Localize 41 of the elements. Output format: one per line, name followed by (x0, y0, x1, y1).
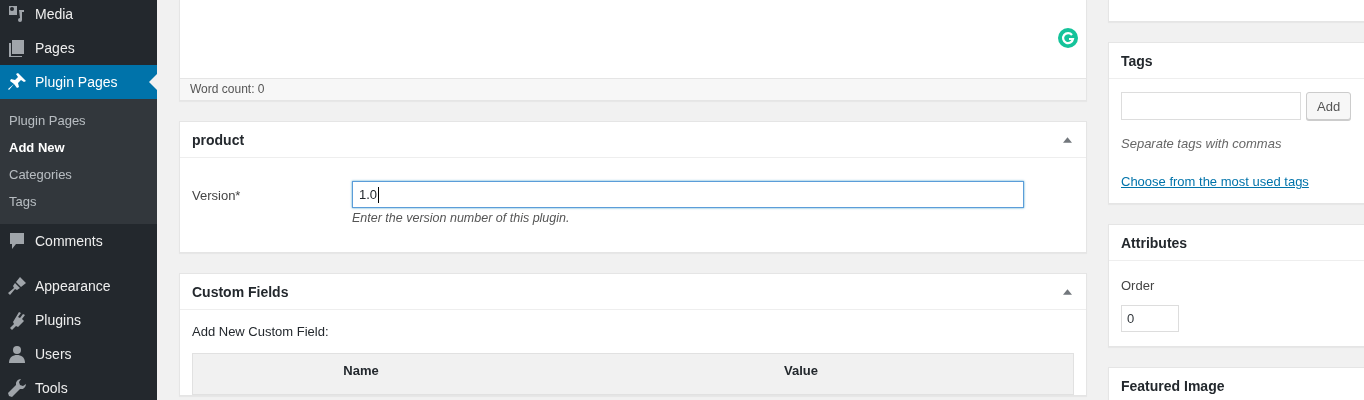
collapse-toggle-icon[interactable] (1063, 288, 1072, 295)
current-indicator-icon (149, 74, 157, 90)
submenu-item[interactable]: Tags (0, 188, 157, 215)
menu-item[interactable]: Media (0, 0, 157, 31)
grammar-check-icon[interactable] (1058, 28, 1078, 48)
panel-title: Featured Image (1121, 377, 1225, 394)
tags-hint: Separate tags with commas (1121, 136, 1283, 151)
media-icon (7, 4, 27, 24)
field-description: Enter the version number of this plugin. (352, 211, 571, 225)
most-used-tags-link[interactable]: Choose from the most used tags (1121, 174, 1309, 189)
version-input[interactable]: 1.0 (352, 181, 1024, 208)
menu-item[interactable]: Pages (0, 31, 157, 65)
field-label: Version* (192, 187, 242, 205)
word-count: Word count: 0 (180, 78, 1086, 100)
wrench-icon (7, 378, 27, 398)
add-button[interactable]: Add (1306, 92, 1352, 120)
menu-item[interactable]: Tools (0, 371, 157, 400)
menu-item[interactable]: Appearance (0, 269, 157, 303)
pin-icon (7, 72, 27, 92)
section-heading: Add New Custom Field: (192, 324, 330, 339)
submenu-item[interactable]: Add New (0, 134, 157, 161)
menu-item[interactable]: Users (0, 337, 157, 371)
panel-title: Attributes (1121, 234, 1188, 251)
submenu-item[interactable]: Categories (0, 161, 157, 188)
menu-item[interactable]: Plugin Pages (0, 65, 157, 99)
panel-title: Custom Fields (192, 283, 289, 300)
menu-item[interactable]: Comments (0, 224, 157, 258)
submenu-item[interactable]: Plugin Pages (0, 107, 157, 134)
panel-title: product (192, 131, 245, 148)
collapse-toggle-icon[interactable] (1063, 136, 1072, 143)
column-header: Value (783, 362, 819, 380)
comment-icon (7, 231, 27, 251)
order-input[interactable]: 0 (1121, 305, 1179, 332)
tag-input[interactable] (1121, 92, 1301, 120)
panel-title: Tags (1121, 52, 1153, 69)
user-icon (7, 344, 27, 364)
column-header: Name (342, 362, 380, 380)
brush-icon (7, 276, 27, 296)
pages-icon (7, 38, 27, 58)
menu-item[interactable]: Plugins (0, 303, 157, 337)
order-label: Order (1121, 278, 1156, 293)
